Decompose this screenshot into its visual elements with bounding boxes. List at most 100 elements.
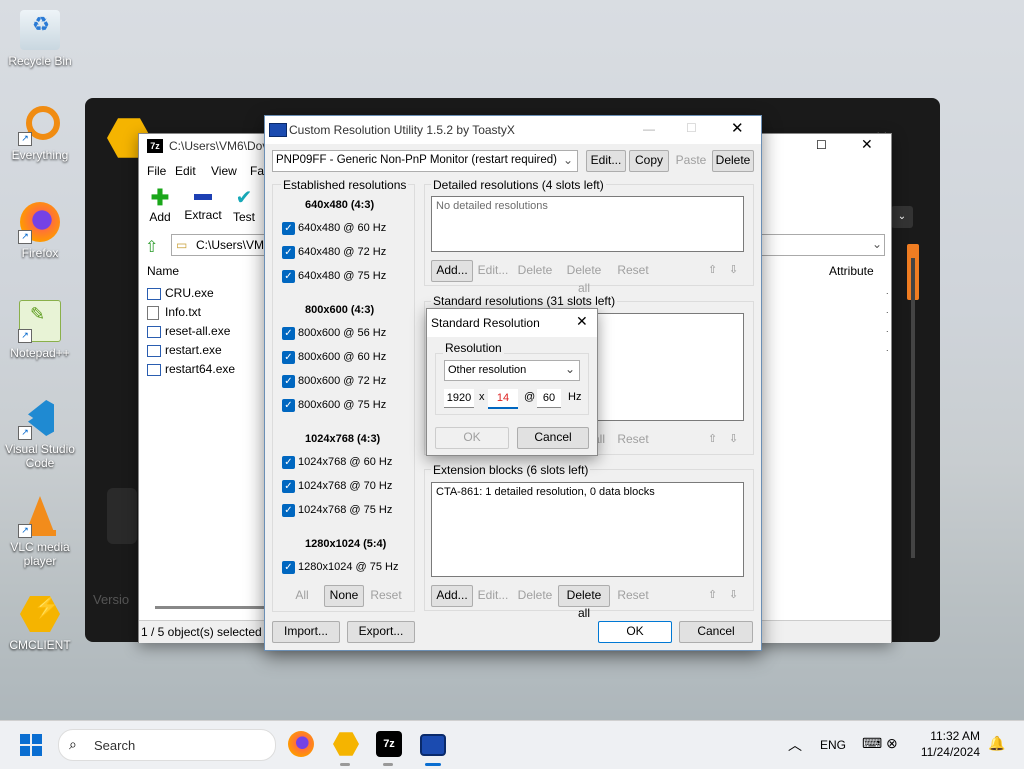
monitor-paste-button[interactable]: Paste [672,150,710,172]
checkbox-label: 640x480 @ 72 Hz [298,246,387,258]
shortcut-arrow-icon: ↗ [18,426,32,440]
maximize-icon[interactable]: ☐ [816,138,827,152]
scrollbar[interactable] [911,258,915,558]
checkbox-640x480-60[interactable]: ✓ [282,222,295,235]
checkbox-1024x768-75[interactable]: ✓ [282,504,295,517]
extension-add-button[interactable]: Add... [431,585,473,607]
dialog-cancel-button[interactable]: Cancel [517,427,589,449]
checkbox-640x480-75[interactable]: ✓ [282,270,295,283]
detailed-reset-button[interactable]: Reset [614,260,652,282]
resolution-group-label: Resolution [443,341,504,355]
checkbox-1280x1024-75[interactable]: ✓ [282,561,295,574]
checkbox-800x600-56[interactable]: ✓ [282,327,295,340]
extension-list[interactable]: CTA-861: 1 detailed resolution, 0 data b… [431,482,744,577]
checkbox-800x600-75[interactable]: ✓ [282,399,295,412]
maximize-icon[interactable]: ☐ [686,121,697,135]
detailed-delete-button[interactable]: Delete [515,260,555,282]
established-reset-button[interactable]: Reset [366,585,406,607]
horizontal-scrollbar[interactable] [155,606,265,609]
checkbox-1024x768-60[interactable]: ✓ [282,456,295,469]
search-icon: ⌕ [69,736,77,752]
list-item[interactable]: Info.txt [147,305,201,320]
monitor-edit-button[interactable]: Edit... [586,150,626,172]
list-item[interactable]: reset-all.exe [147,324,230,338]
move-up-icon[interactable]: ⇧ [708,588,717,601]
dropdown-icon[interactable]: ⌄ [891,206,913,228]
start-windows-icon[interactable] [20,734,42,756]
detailed-edit-button[interactable]: Edit... [474,260,512,282]
export-button[interactable]: Export... [347,621,415,643]
desktop-icon-vscode[interactable]: ↗ Visual Studio Code [4,398,76,470]
list-item[interactable]: CRU.exe [147,286,214,300]
taskbar-firefox-icon[interactable] [288,731,314,757]
extension-delete-all-button[interactable]: Delete all [558,585,610,620]
zip-extract-button[interactable]: Extract [183,186,223,222]
move-up-icon[interactable]: ⇧ [708,432,717,445]
checkbox-640x480-72[interactable]: ✓ [282,246,295,259]
monitor-select-value: PNP09FF - Generic Non-PnP Monitor (resta… [276,154,557,166]
zip-menu-edit[interactable]: Edit [175,164,196,178]
volume-muted-icon[interactable]: ⊗ [886,735,898,752]
clock-date[interactable]: 11/24/2024 [910,745,980,759]
clock-time[interactable]: 11:32 AM [918,729,980,743]
desktop-icon-everything[interactable]: ↗ Everything [4,104,76,162]
extension-edit-button[interactable]: Edit... [474,585,512,607]
established-none-button[interactable]: None [324,585,364,607]
standard-reset-button[interactable]: Reset [614,429,652,451]
move-down-icon[interactable]: ⇩ [729,432,738,445]
cru-ok-button[interactable]: OK [598,621,672,643]
network-icon[interactable]: ⌨ [862,735,882,752]
taskbar-search-box[interactable]: ⌕ Search [58,729,276,761]
list-item[interactable]: restart.exe [147,343,222,357]
established-all-button[interactable]: All [282,585,322,607]
minimize-icon[interactable]: — [643,122,655,136]
hz-label: Hz [568,391,582,403]
checkbox-800x600-60[interactable]: ✓ [282,351,295,364]
zip-col-name[interactable]: Name [147,264,179,278]
width-input[interactable]: 1920 [444,389,474,408]
checkbox-800x600-72[interactable]: ✓ [282,375,295,388]
cru-cancel-button[interactable]: Cancel [679,621,753,643]
zip-add-button[interactable]: ✚ Add [147,186,173,225]
resolution-select[interactable]: Other resolution ⌄ [444,360,580,381]
import-button[interactable]: Import... [272,621,340,643]
dialog-ok-button[interactable]: OK [435,427,509,449]
tray-chevron-up-icon[interactable]: ︿ [788,735,802,755]
height-input[interactable]: 14 [488,389,518,409]
move-up-icon[interactable]: ⇧ [708,263,717,276]
detailed-list[interactable]: No detailed resolutions [431,196,744,252]
zip-menu-file[interactable]: File [147,164,166,178]
language-indicator[interactable]: ENG [820,738,846,752]
chevron-down-icon[interactable]: ⌄ [872,237,882,251]
desktop-icon-label: Firefox [21,246,59,260]
taskbar-7zip-icon[interactable]: 7z [376,731,402,757]
desktop-icon-recycle-bin[interactable]: ♻ Recycle Bin [4,10,76,68]
taskbar-cmclient-icon[interactable] [333,732,359,756]
checkbox-1024x768-70[interactable]: ✓ [282,480,295,493]
extension-delete-button[interactable]: Delete [515,585,555,607]
up-folder-icon[interactable]: ⇧ [145,237,158,257]
notification-bell-icon[interactable]: 🔔 [988,735,1005,752]
list-item[interactable]: restart64.exe [147,362,235,376]
desktop-icon-cmclient[interactable]: ⚡ CMCLIENT [4,594,76,652]
desktop-icon-notepadpp[interactable]: ✎ ↗ Notepad++ [4,300,76,360]
detailed-delete-all-button[interactable]: Delete all [558,260,610,295]
taskbar-cru-icon[interactable] [420,734,446,756]
desktop-icon-vlc[interactable]: ↗ VLC media player [4,496,76,568]
monitor-copy-button[interactable]: Copy [629,150,669,172]
move-down-icon[interactable]: ⇩ [729,588,738,601]
zip-menu-view[interactable]: View [211,164,237,178]
close-icon[interactable]: ✕ [731,119,744,137]
extension-reset-button[interactable]: Reset [614,585,652,607]
desktop-icon-firefox[interactable]: ↗ Firefox [4,202,76,260]
close-icon[interactable]: ✕ [576,313,588,330]
close-icon[interactable]: ✕ [861,136,873,153]
refresh-input[interactable]: 60 [537,389,561,408]
detailed-add-button[interactable]: Add... [431,260,473,282]
zip-test-button[interactable]: ✔ Test [231,186,257,224]
monitor-delete-button[interactable]: Delete [712,150,754,172]
extension-item[interactable]: CTA-861: 1 detailed resolution, 0 data b… [436,486,655,498]
monitor-select[interactable]: PNP09FF - Generic Non-PnP Monitor (resta… [272,150,578,172]
move-down-icon[interactable]: ⇩ [729,263,738,276]
zip-col-attribute[interactable]: Attribute [829,264,874,278]
